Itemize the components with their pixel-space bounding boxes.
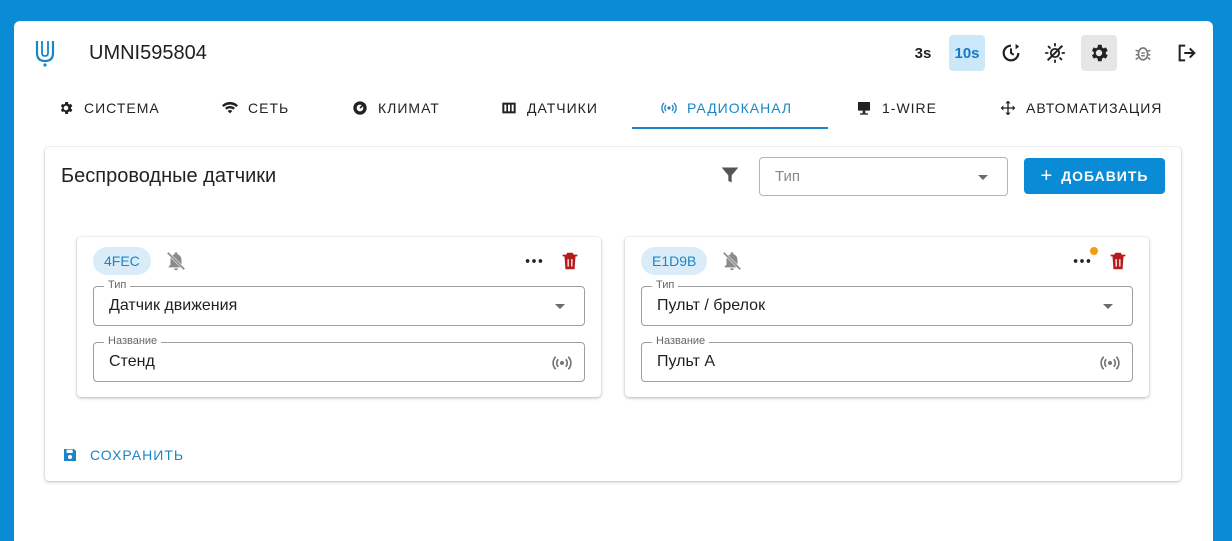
save-button[interactable]: СОХРАНИТЬ <box>62 447 184 463</box>
active-tab-indicator <box>632 127 828 129</box>
automation-icon <box>1000 100 1016 115</box>
add-button-label: ДОБАВИТЬ <box>1061 168 1149 184</box>
reboot-button[interactable] <box>993 35 1029 71</box>
tab-label: АВТОМАТИЗАЦИЯ <box>1026 99 1163 116</box>
tab-label: КЛИМАТ <box>378 99 440 116</box>
logout-icon <box>1178 44 1196 62</box>
field-label: Название <box>652 335 710 347</box>
device-type-select[interactable]: Тип Датчик движения <box>93 279 585 326</box>
radio-signal-icon[interactable] <box>1100 353 1120 373</box>
bug-icon <box>1135 47 1151 61</box>
device-title: UMNI595804 <box>89 42 207 64</box>
brightness-off-icon <box>1044 42 1066 64</box>
filter-icon <box>721 167 739 183</box>
radio-signal-icon[interactable] <box>552 353 572 373</box>
tab-label: 1-WIRE <box>882 99 937 116</box>
field-label: Тип <box>104 279 131 291</box>
floppy-disk-icon <box>64 449 76 461</box>
restart-icon <box>1002 43 1020 62</box>
chevron-down-icon <box>555 304 565 309</box>
device-id-chip[interactable]: 4FEC <box>93 247 151 275</box>
app-window: UMNI595804 3s 10s СИСТЕМА СЕТЬ КЛИМАТ ДА… <box>14 21 1213 541</box>
device-name-field[interactable]: Название Стенд <box>93 335 585 382</box>
notification-badge <box>1090 247 1098 255</box>
device-id-chip[interactable]: E1D9B <box>641 247 708 275</box>
tab-label: СЕТЬ <box>248 99 290 116</box>
field-label: Название <box>104 335 162 347</box>
more-options-icon[interactable] <box>523 250 545 272</box>
tab-network[interactable]: СЕТЬ <box>222 85 289 130</box>
field-label: Тип <box>652 279 679 291</box>
app-header: UMNI595804 3s 10s <box>14 21 1213 85</box>
tab-one-wire[interactable]: 1-WIRE <box>856 85 937 130</box>
type-filter-placeholder: Тип <box>775 168 801 185</box>
tab-radio[interactable]: РАДИОКАНАЛ <box>661 85 792 130</box>
tab-sensors[interactable]: ДАТЧИКИ <box>501 85 598 130</box>
interval-10s-button[interactable]: 10s <box>949 35 985 71</box>
tab-label: ДАТЧИКИ <box>527 99 598 116</box>
radio-icon <box>661 102 677 113</box>
logo-icon <box>35 41 55 67</box>
interval-3s-button[interactable]: 3s <box>905 35 941 71</box>
chevron-down-icon <box>978 175 988 180</box>
device-type-select[interactable]: Тип Пульт / брелок <box>641 279 1133 326</box>
add-sensor-button[interactable]: + ДОБАВИТЬ <box>1024 158 1165 194</box>
save-label: СОХРАНИТЬ <box>90 447 185 463</box>
debug-button[interactable] <box>1125 35 1161 71</box>
device-name-value: Пульт А <box>657 353 716 370</box>
more-options-icon[interactable] <box>1071 250 1093 272</box>
device-type-value: Пульт / брелок <box>657 297 766 314</box>
notifications-off-icon[interactable] <box>165 250 187 272</box>
logout-button[interactable] <box>1169 35 1205 71</box>
chevron-down-icon <box>1103 304 1113 309</box>
notifications-off-icon[interactable] <box>721 250 743 272</box>
device-name-field[interactable]: Название Пульт А <box>641 335 1133 382</box>
device-card: 4FEC Тип Датчик движения Название Стенд <box>77 237 601 397</box>
wireless-sensors-panel: Беспроводные датчики Тип + ДОБАВИТЬ 4FEC <box>45 147 1181 481</box>
wifi-icon <box>222 101 238 113</box>
theme-toggle-button[interactable] <box>1037 35 1073 71</box>
gear-icon <box>1091 44 1108 62</box>
sensors-icon <box>502 102 516 113</box>
tab-label: РАДИОКАНАЛ <box>687 99 793 116</box>
tab-climate[interactable]: КЛИМАТ <box>352 85 440 130</box>
delete-icon[interactable] <box>1107 250 1129 272</box>
tab-system[interactable]: СИСТЕМА <box>58 85 160 130</box>
panel-title: Беспроводные датчики <box>61 165 277 187</box>
device-name-value: Стенд <box>109 353 155 370</box>
gear-icon <box>60 101 73 114</box>
type-filter-select[interactable]: Тип <box>759 157 1008 196</box>
one-wire-icon <box>858 101 870 115</box>
tab-automation[interactable]: АВТОМАТИЗАЦИЯ <box>1000 85 1162 130</box>
delete-icon[interactable] <box>559 250 581 272</box>
climate-icon <box>353 100 367 115</box>
device-type-value: Датчик движения <box>109 297 238 314</box>
plus-icon: + <box>1040 165 1054 187</box>
device-card: E1D9B Тип Пульт / брелок Название Пульт … <box>625 237 1149 397</box>
tab-label: СИСТЕМА <box>84 99 160 116</box>
settings-button[interactable] <box>1081 35 1117 71</box>
